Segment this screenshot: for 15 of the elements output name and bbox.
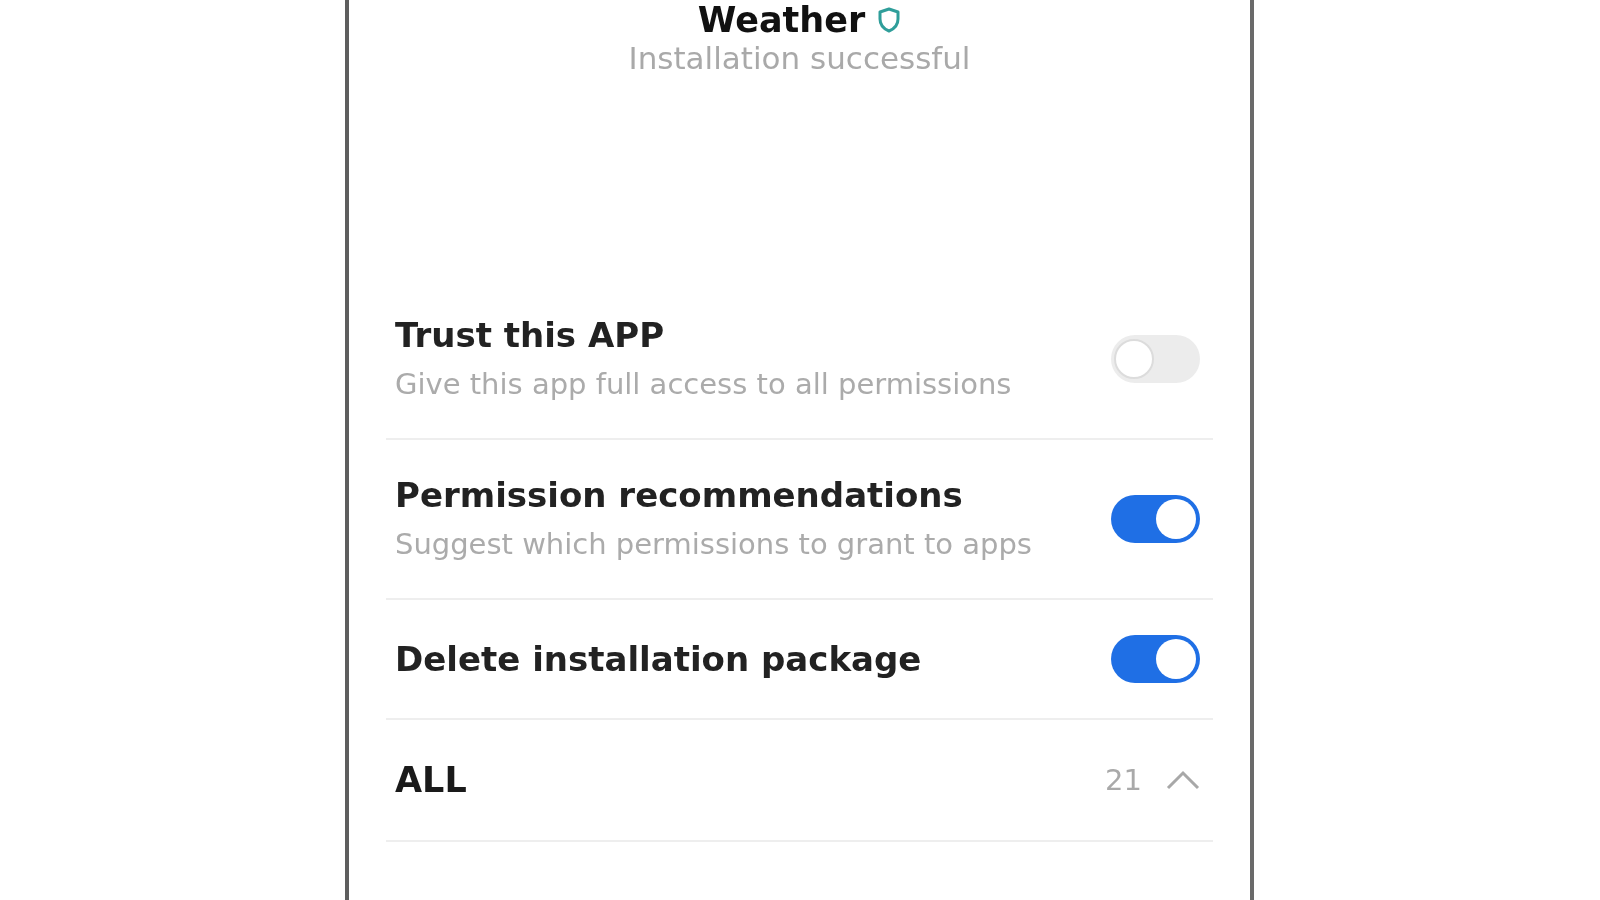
- shield-icon: [877, 7, 902, 33]
- permission-count: 21: [1105, 763, 1142, 797]
- group-label: ALL: [395, 760, 467, 800]
- setting-title: Permission recommendations: [395, 474, 964, 516]
- toggle-switch[interactable]: [1111, 635, 1200, 683]
- setting-title: Delete installation package: [395, 638, 922, 680]
- install-status: Installation successful: [628, 40, 971, 76]
- setting-title: Trust this APP: [395, 314, 666, 356]
- chevron-up-icon: [1166, 770, 1200, 790]
- setting-description: Suggest which permissions to grant to apps: [395, 526, 1032, 563]
- permission-group-header[interactable]: ALL 21: [386, 720, 1213, 842]
- toggle-switch[interactable]: [1111, 495, 1200, 543]
- setting-description: Give this app full access to all permissions: [395, 366, 1012, 403]
- toggle-switch[interactable]: [1111, 335, 1200, 383]
- app-name: Weather: [697, 0, 866, 40]
